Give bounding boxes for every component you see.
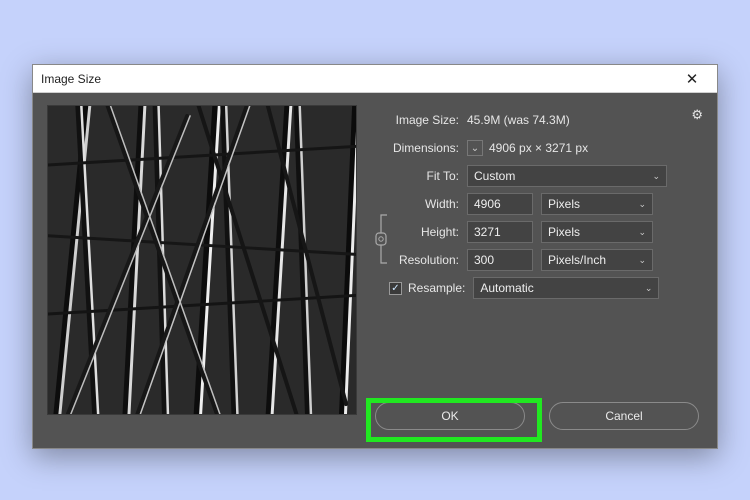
height-label: Height: <box>393 225 467 239</box>
cancel-button[interactable]: Cancel <box>549 402 699 430</box>
image-preview <box>47 105 357 415</box>
dialog-buttons: OK Cancel <box>371 402 703 434</box>
image-size-label: Image Size: <box>371 113 467 127</box>
dimensions-row: Dimensions: ⌄ 4906 px × 3271 px <box>371 135 703 161</box>
width-input[interactable]: 4906 <box>467 193 533 215</box>
resample-row: ✓ Resample: Automatic ⌄ <box>371 275 703 301</box>
titlebar: Image Size ✕ <box>33 65 717 93</box>
dimensions-label: Dimensions: <box>371 141 467 155</box>
settings-panel: ⚙ Image Size: 45.9M (was 74.3M) Dimensio… <box>371 105 703 434</box>
dialog-content: ⚙ Image Size: 45.9M (was 74.3M) Dimensio… <box>33 93 717 448</box>
dimensions-dropdown-icon[interactable]: ⌄ <box>467 140 483 156</box>
fit-to-label: Fit To: <box>371 169 467 183</box>
width-label: Width: <box>393 197 467 211</box>
width-unit-select[interactable]: Pixels ⌄ <box>541 193 653 215</box>
chevron-down-icon: ⌄ <box>638 227 646 238</box>
resample-label: Resample: <box>408 281 465 295</box>
height-unit-select[interactable]: Pixels ⌄ <box>541 221 653 243</box>
height-row: Height: 3271 Pixels ⌄ <box>393 219 703 245</box>
resample-checkbox[interactable]: ✓ <box>389 282 402 295</box>
resample-select[interactable]: Automatic ⌄ <box>473 277 659 299</box>
image-size-row: Image Size: 45.9M (was 74.3M) <box>371 107 703 133</box>
constrain-proportions-icon[interactable] <box>373 211 391 267</box>
resolution-row: Resolution: 300 Pixels/Inch ⌄ <box>371 247 703 273</box>
fit-to-row: Fit To: Custom ⌄ <box>371 163 703 189</box>
image-size-dialog: Image Size ✕ <box>32 64 718 449</box>
chevron-down-icon: ⌄ <box>638 255 646 266</box>
width-row: Width: 4906 Pixels ⌄ <box>393 191 703 217</box>
dimensions-value: 4906 px × 3271 px <box>489 141 588 155</box>
resolution-unit-select[interactable]: Pixels/Inch ⌄ <box>541 249 653 271</box>
fit-to-select[interactable]: Custom ⌄ <box>467 165 667 187</box>
height-input[interactable]: 3271 <box>467 221 533 243</box>
chevron-down-icon: ⌄ <box>638 199 646 210</box>
ok-button[interactable]: OK <box>375 402 525 430</box>
fit-to-value: Custom <box>474 169 515 183</box>
chevron-down-icon: ⌄ <box>652 171 660 182</box>
image-size-value: 45.9M (was 74.3M) <box>467 113 570 127</box>
dialog-title: Image Size <box>41 72 101 86</box>
chevron-down-icon: ⌄ <box>645 283 653 294</box>
close-icon[interactable]: ✕ <box>675 68 709 90</box>
resolution-input[interactable]: 300 <box>467 249 533 271</box>
